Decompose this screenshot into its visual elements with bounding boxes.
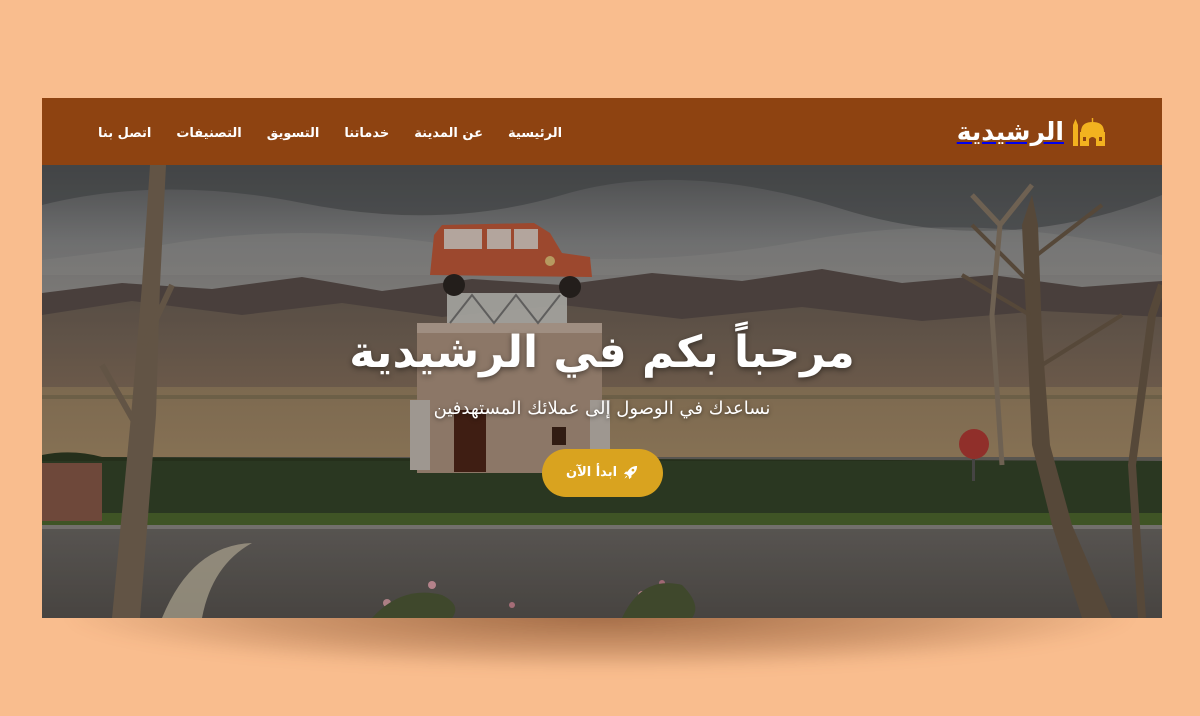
get-started-button[interactable]: ابدأ الآن — [541, 448, 663, 497]
nav-item-services: خدماتنا — [344, 122, 389, 141]
hero-section: مرحباً بكم في الرشيدية نساعدك في الوصول … — [42, 165, 1162, 618]
nav-item-about-city: عن المدينة — [414, 122, 483, 141]
nav-item-home: الرئيسية — [508, 122, 562, 141]
rocket-icon — [623, 466, 638, 480]
brand-logo[interactable]: الرشيدية — [957, 117, 1108, 146]
nav-link-services[interactable]: خدماتنا — [344, 126, 389, 141]
navbar: الرشيدية الرئيسية عن المدينة خدماتنا الت… — [42, 98, 1162, 165]
website-preview: الرشيدية الرئيسية عن المدينة خدماتنا الت… — [42, 98, 1162, 618]
hero-content: مرحباً بكم في الرشيدية نساعدك في الوصول … — [42, 165, 1162, 618]
nav-link-about-city[interactable]: عن المدينة — [414, 126, 483, 141]
hero-subtitle: نساعدك في الوصول إلى عملائك المستهدفين — [433, 397, 771, 419]
nav-link-contact[interactable]: اتصل بنا — [98, 126, 151, 141]
brand-name: الرشيدية — [956, 117, 1064, 146]
hero-title: مرحباً بكم في الرشيدية — [349, 327, 855, 378]
mosque-icon — [1073, 117, 1105, 146]
nav-link-marketing[interactable]: التسويق — [267, 126, 320, 141]
nav-link-home[interactable]: الرئيسية — [508, 126, 562, 141]
get-started-label: ابدأ الآن — [565, 465, 618, 481]
main-nav: الرئيسية عن المدينة خدماتنا التسويق التص… — [98, 122, 562, 141]
nav-item-contact: اتصل بنا — [98, 122, 151, 141]
nav-link-categories[interactable]: التصنيفات — [176, 126, 241, 141]
nav-item-categories: التصنيفات — [176, 122, 241, 141]
nav-item-marketing: التسويق — [267, 122, 320, 141]
